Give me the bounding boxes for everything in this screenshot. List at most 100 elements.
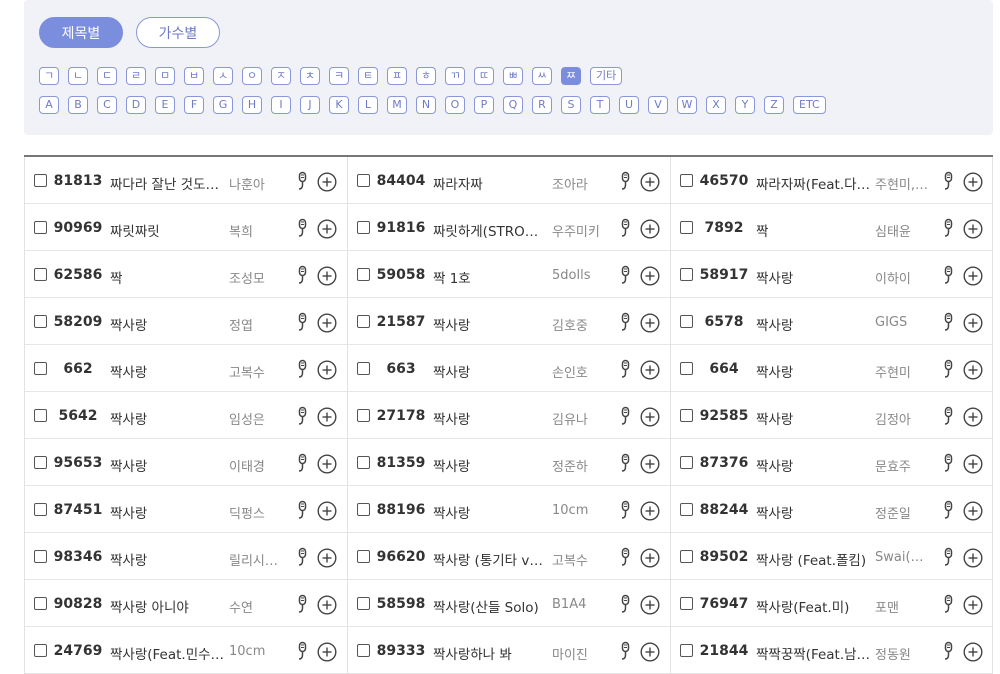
song-artist[interactable]: 임성은 [229, 409, 287, 428]
song-title[interactable]: 짝사랑하나 봐 [433, 643, 549, 663]
song-title[interactable]: 짝사랑 [433, 408, 549, 428]
song-artist[interactable]: 마이진 [552, 644, 610, 663]
song-title[interactable]: 짜릿하게(STRO… [433, 220, 549, 240]
letter-filter-button[interactable]: H [242, 96, 262, 114]
letter-filter-button[interactable]: V [648, 96, 668, 114]
add-circle-icon[interactable] [963, 219, 983, 239]
microphone-icon[interactable] [616, 312, 634, 332]
microphone-icon[interactable] [939, 265, 957, 285]
letter-filter-button[interactable]: K [329, 96, 349, 114]
letter-filter-button[interactable]: ㄴ [68, 67, 88, 85]
microphone-icon[interactable] [939, 500, 957, 520]
tab-by-artist[interactable]: 가수별 [136, 17, 220, 48]
song-artist[interactable]: 조성모 [229, 268, 287, 287]
song-checkbox[interactable] [357, 362, 370, 375]
song-title[interactable]: 짜라자짜(Feat.다… [756, 173, 872, 193]
microphone-icon[interactable] [616, 500, 634, 520]
song-checkbox[interactable] [680, 456, 693, 469]
song-checkbox[interactable] [357, 456, 370, 469]
microphone-icon[interactable] [293, 641, 311, 661]
song-checkbox[interactable] [357, 644, 370, 657]
song-checkbox[interactable] [34, 597, 47, 610]
song-title[interactable]: 짝사랑 [110, 455, 226, 475]
letter-filter-button[interactable]: ㅃ [503, 67, 523, 85]
song-title[interactable]: 짝 [110, 267, 226, 287]
song-artist[interactable]: 정준하 [552, 456, 610, 475]
microphone-icon[interactable] [293, 547, 311, 567]
add-circle-icon[interactable] [963, 360, 983, 380]
letter-filter-button[interactable]: R [532, 96, 552, 114]
song-checkbox[interactable] [357, 597, 370, 610]
letter-filter-button[interactable]: ㄹ [126, 67, 146, 85]
song-title[interactable]: 짝사랑 [433, 361, 549, 381]
add-circle-icon[interactable] [640, 172, 660, 192]
song-title[interactable]: 짝짝꿍짝(Feat.남… [756, 643, 872, 663]
add-circle-icon[interactable] [317, 313, 337, 333]
song-artist[interactable]: Swai(… [875, 550, 933, 565]
song-title[interactable]: 짝사랑 [433, 314, 549, 334]
song-checkbox[interactable] [34, 174, 47, 187]
letter-filter-button[interactable]: Y [735, 96, 755, 114]
song-title[interactable]: 짝사랑 [110, 549, 226, 569]
letter-filter-button[interactable]: O [445, 96, 465, 114]
song-artist[interactable]: 손인호 [552, 362, 610, 381]
song-checkbox[interactable] [34, 221, 47, 234]
letter-filter-button[interactable]: ㄸ [474, 67, 494, 85]
add-circle-icon[interactable] [317, 172, 337, 192]
song-title[interactable]: 짝사랑 [110, 361, 226, 381]
add-circle-icon[interactable] [640, 407, 660, 427]
letter-filter-button[interactable]: W [677, 96, 697, 114]
microphone-icon[interactable] [939, 171, 957, 191]
add-circle-icon[interactable] [640, 595, 660, 615]
add-circle-icon[interactable] [317, 407, 337, 427]
letter-filter-button[interactable]: F [184, 96, 204, 114]
song-title[interactable]: 짝 [756, 220, 872, 240]
microphone-icon[interactable] [939, 406, 957, 426]
song-checkbox[interactable] [34, 456, 47, 469]
song-checkbox[interactable] [357, 221, 370, 234]
song-artist[interactable]: 릴리시… [229, 550, 287, 569]
microphone-icon[interactable] [939, 218, 957, 238]
microphone-icon[interactable] [939, 641, 957, 661]
microphone-icon[interactable] [293, 406, 311, 426]
song-checkbox[interactable] [34, 268, 47, 281]
letter-filter-button[interactable]: B [68, 96, 88, 114]
letter-filter-button[interactable]: ㄷ [97, 67, 117, 85]
song-artist[interactable]: 포맨 [875, 597, 933, 616]
song-artist[interactable]: 정동원 [875, 644, 933, 663]
song-title[interactable]: 짝사랑 아니야 [110, 596, 226, 616]
song-artist[interactable]: 딕펑스 [229, 503, 287, 522]
song-checkbox[interactable] [34, 362, 47, 375]
song-checkbox[interactable] [34, 503, 47, 516]
microphone-icon[interactable] [616, 359, 634, 379]
add-circle-icon[interactable] [640, 642, 660, 662]
song-artist[interactable]: 고복수 [552, 550, 610, 569]
song-artist[interactable]: 나훈아 [229, 174, 287, 193]
song-checkbox[interactable] [34, 315, 47, 328]
song-title[interactable]: 짝사랑(Feat.민수… [110, 643, 226, 663]
add-circle-icon[interactable] [317, 360, 337, 380]
microphone-icon[interactable] [616, 594, 634, 614]
add-circle-icon[interactable] [317, 548, 337, 568]
microphone-icon[interactable] [616, 218, 634, 238]
letter-filter-button[interactable]: ㄲ [445, 67, 465, 85]
song-artist[interactable]: 정준일 [875, 503, 933, 522]
song-checkbox[interactable] [680, 221, 693, 234]
song-checkbox[interactable] [34, 550, 47, 563]
song-artist[interactable]: GIGS [875, 315, 933, 330]
add-circle-icon[interactable] [963, 313, 983, 333]
song-checkbox[interactable] [680, 268, 693, 281]
song-title[interactable]: 짜라자짜 [433, 173, 549, 193]
microphone-icon[interactable] [939, 453, 957, 473]
letter-filter-button[interactable]: J [300, 96, 320, 114]
letter-filter-button[interactable]: L [358, 96, 378, 114]
add-circle-icon[interactable] [963, 642, 983, 662]
add-circle-icon[interactable] [317, 595, 337, 615]
letter-filter-button[interactable]: S [561, 96, 581, 114]
song-artist[interactable]: 수연 [229, 597, 287, 616]
song-title[interactable]: 짝사랑(Feat.미) [756, 596, 872, 616]
song-title[interactable]: 짝 1호 [433, 267, 549, 287]
song-artist[interactable]: 심태윤 [875, 221, 933, 240]
song-title[interactable]: 짝사랑 [110, 314, 226, 334]
song-artist[interactable]: 정엽 [229, 315, 287, 334]
